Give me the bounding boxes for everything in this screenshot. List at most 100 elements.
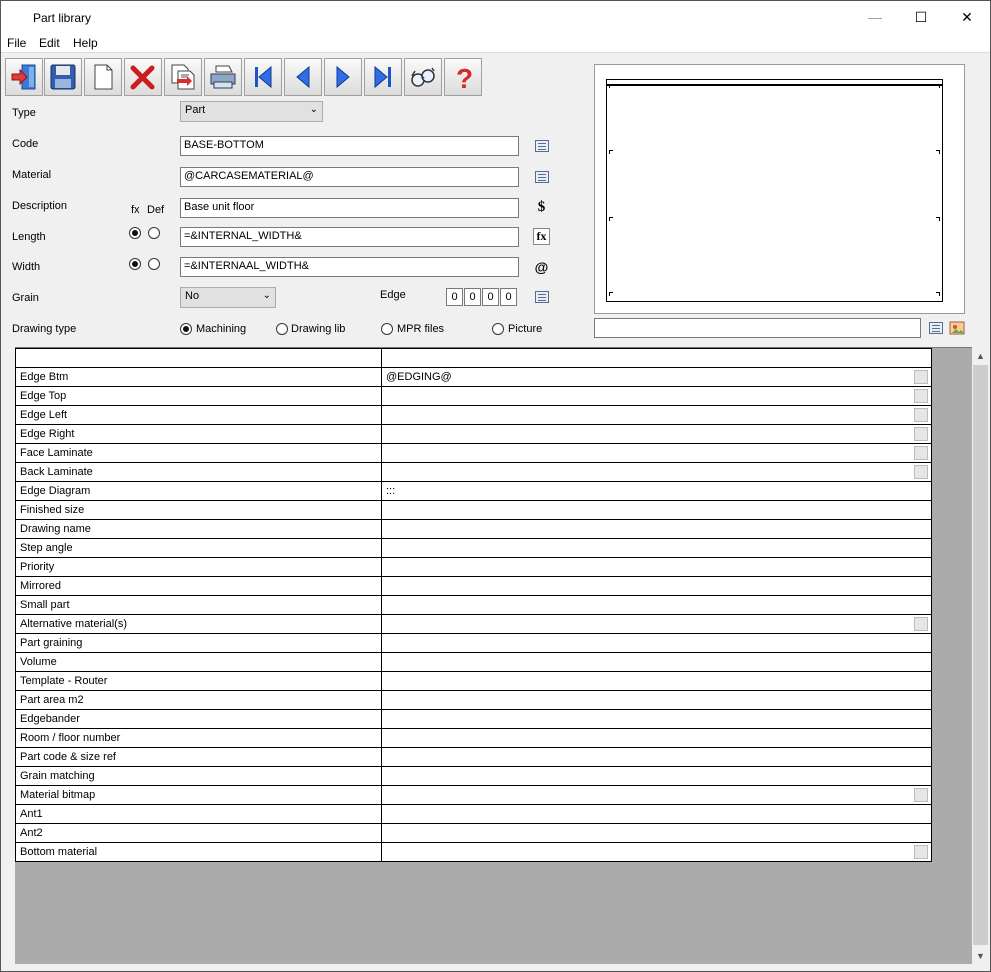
- property-value-cell[interactable]: [381, 690, 932, 710]
- variable-button[interactable]: @: [533, 258, 550, 275]
- description-input[interactable]: Base unit floor: [180, 198, 519, 218]
- menu-file[interactable]: File: [7, 36, 26, 50]
- property-value-cell[interactable]: [381, 614, 932, 634]
- scroll-thumb[interactable]: [973, 365, 988, 945]
- preview-list-button[interactable]: [927, 319, 944, 336]
- cell-lookup-button[interactable]: [914, 408, 928, 422]
- code-lookup-button[interactable]: [533, 137, 550, 154]
- dollar-button[interactable]: $: [533, 199, 550, 216]
- grain-select[interactable]: No ⌄: [180, 287, 276, 308]
- table-row[interactable]: Priority: [15, 557, 932, 577]
- table-row[interactable]: Step angle: [15, 538, 932, 558]
- formula-button[interactable]: fx: [533, 228, 550, 245]
- width-input[interactable]: =&INTERNAAL_WIDTH&: [180, 257, 519, 277]
- property-value-cell[interactable]: [381, 500, 932, 520]
- edge-lookup-button[interactable]: [533, 288, 550, 305]
- drawing-type-drawing-lib-radio[interactable]: [276, 323, 288, 335]
- material-input[interactable]: @CARCASEMATERIAL@: [180, 167, 519, 187]
- property-value-cell[interactable]: [381, 443, 932, 463]
- table-row[interactable]: Ant1: [15, 804, 932, 824]
- type-select[interactable]: Part ⌄: [180, 101, 323, 122]
- minimize-button[interactable]: —: [852, 1, 898, 33]
- print-button[interactable]: [204, 58, 242, 96]
- edge-box-3[interactable]: 0: [482, 288, 499, 306]
- table-row[interactable]: Edge Left: [15, 405, 932, 425]
- property-value-cell[interactable]: [381, 766, 932, 786]
- property-value-cell[interactable]: [381, 804, 932, 824]
- drawing-type-picture-radio[interactable]: [492, 323, 504, 335]
- scroll-down-icon[interactable]: ▼: [972, 947, 989, 964]
- property-value-cell[interactable]: [381, 519, 932, 539]
- menu-edit[interactable]: Edit: [39, 36, 60, 50]
- property-value-cell[interactable]: [381, 576, 932, 596]
- property-value-cell[interactable]: [381, 671, 932, 691]
- width-fx-radio[interactable]: [129, 258, 141, 270]
- help-button[interactable]: ?: [444, 58, 482, 96]
- copy-button[interactable]: [164, 58, 202, 96]
- property-value-cell[interactable]: :::: [381, 481, 932, 501]
- previous-record-button[interactable]: [284, 58, 322, 96]
- table-row[interactable]: Ant2: [15, 823, 932, 843]
- cell-lookup-button[interactable]: [914, 389, 928, 403]
- maximize-button[interactable]: ☐: [898, 1, 944, 33]
- vertical-scrollbar[interactable]: ▲ ▼: [972, 347, 989, 964]
- length-fx-radio[interactable]: [129, 227, 141, 239]
- table-row[interactable]: Edge Right: [15, 424, 932, 444]
- table-row[interactable]: Drawing name: [15, 519, 932, 539]
- cell-lookup-button[interactable]: [914, 446, 928, 460]
- table-row[interactable]: Edge Top: [15, 386, 932, 406]
- table-row[interactable]: Face Laminate: [15, 443, 932, 463]
- table-row[interactable]: Part code & size ref: [15, 747, 932, 767]
- last-record-button[interactable]: [364, 58, 402, 96]
- table-row[interactable]: Edge Diagram:::: [15, 481, 932, 501]
- cell-lookup-button[interactable]: [914, 465, 928, 479]
- property-value-cell[interactable]: [381, 709, 932, 729]
- table-row[interactable]: Back Laminate: [15, 462, 932, 482]
- property-value-cell[interactable]: [381, 405, 932, 425]
- property-value-cell[interactable]: [381, 424, 932, 444]
- length-input[interactable]: =&INTERNAL_WIDTH&: [180, 227, 519, 247]
- preview-caption-input[interactable]: [594, 318, 921, 338]
- scroll-up-icon[interactable]: ▲: [972, 347, 989, 364]
- width-def-radio[interactable]: [148, 258, 160, 270]
- cell-lookup-button[interactable]: [914, 845, 928, 859]
- table-row[interactable]: Bottom material: [15, 842, 932, 862]
- preview-image-button[interactable]: [948, 319, 965, 336]
- property-value-cell[interactable]: [381, 386, 932, 406]
- delete-button[interactable]: [124, 58, 162, 96]
- edge-box-4[interactable]: 0: [500, 288, 517, 306]
- save-button[interactable]: [44, 58, 82, 96]
- property-value-cell[interactable]: [381, 823, 932, 843]
- code-input[interactable]: BASE-BOTTOM: [180, 136, 519, 156]
- next-record-button[interactable]: [324, 58, 362, 96]
- table-row[interactable]: Volume: [15, 652, 932, 672]
- edge-box-2[interactable]: 0: [464, 288, 481, 306]
- property-value-cell[interactable]: [381, 462, 932, 482]
- table-row[interactable]: Mirrored: [15, 576, 932, 596]
- table-row[interactable]: Grain matching: [15, 766, 932, 786]
- first-record-button[interactable]: [244, 58, 282, 96]
- table-row[interactable]: Template - Router: [15, 671, 932, 691]
- cell-lookup-button[interactable]: [914, 788, 928, 802]
- exit-button[interactable]: [5, 58, 43, 96]
- search-button[interactable]: [404, 58, 442, 96]
- table-row[interactable]: Edge Btm @EDGING@: [15, 367, 932, 387]
- property-value-cell[interactable]: [381, 557, 932, 577]
- cell-lookup-button[interactable]: [914, 617, 928, 631]
- edge-box-1[interactable]: 0: [446, 288, 463, 306]
- menu-help[interactable]: Help: [73, 36, 98, 50]
- property-value-cell[interactable]: [381, 633, 932, 653]
- table-row[interactable]: Room / floor number: [15, 728, 932, 748]
- property-value-cell[interactable]: [381, 538, 932, 558]
- property-value-cell[interactable]: [381, 747, 932, 767]
- property-value-cell[interactable]: @EDGING@: [381, 367, 932, 387]
- table-row[interactable]: Material bitmap: [15, 785, 932, 805]
- drawing-type-machining-radio[interactable]: [180, 323, 192, 335]
- property-value-cell[interactable]: [381, 785, 932, 805]
- drawing-type-mpr-radio[interactable]: [381, 323, 393, 335]
- property-value-cell[interactable]: [381, 652, 932, 672]
- table-row[interactable]: Part graining: [15, 633, 932, 653]
- cell-lookup-button[interactable]: [914, 370, 928, 384]
- length-def-radio[interactable]: [148, 227, 160, 239]
- close-button[interactable]: ✕: [944, 1, 990, 33]
